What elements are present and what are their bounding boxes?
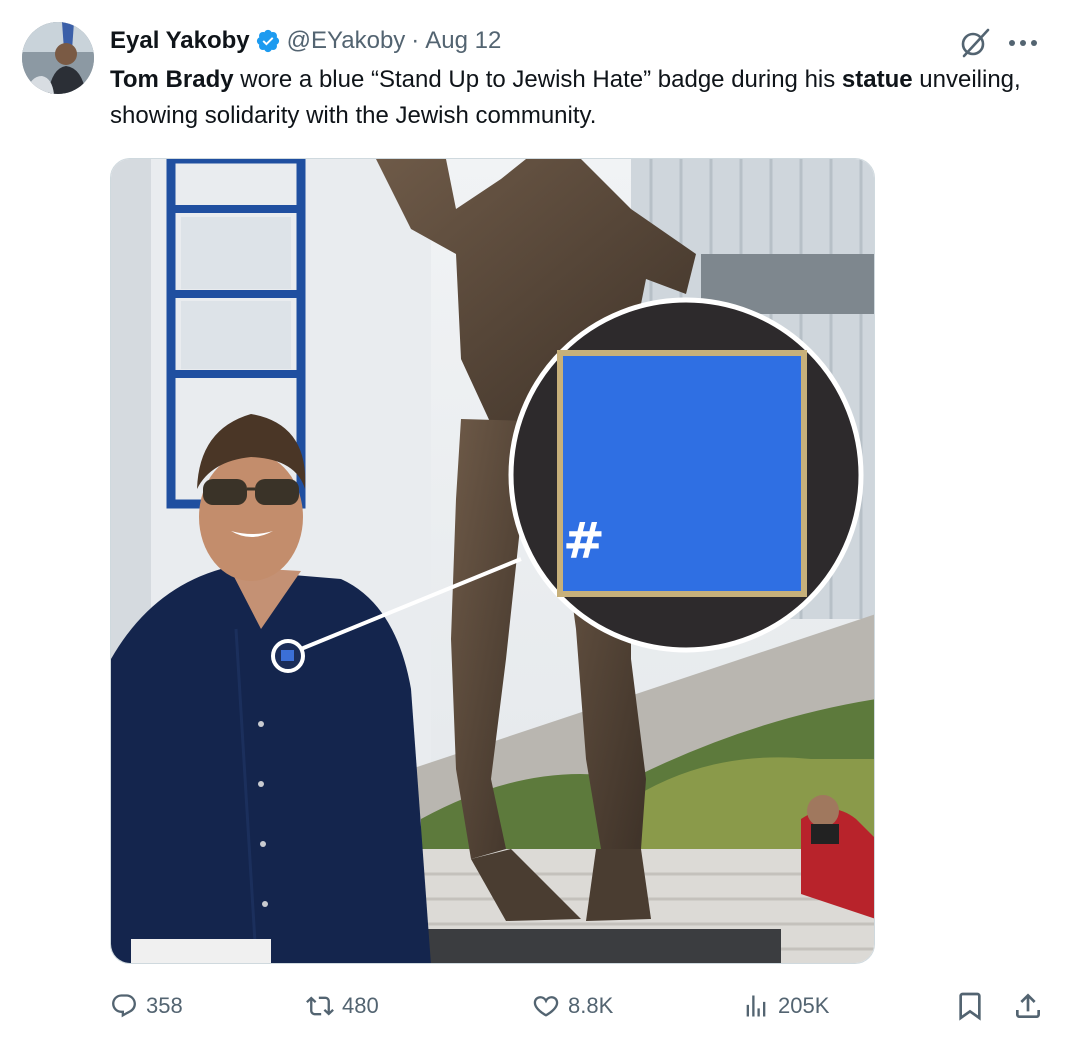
- reply-button[interactable]: 358: [110, 986, 183, 1026]
- more-icon[interactable]: [1006, 30, 1040, 56]
- grok-icon[interactable]: [958, 26, 992, 60]
- author-name[interactable]: Eyal Yakoby: [110, 27, 250, 55]
- tweet-text-part: statue: [841, 66, 913, 93]
- views-count: 205K: [778, 993, 830, 1018]
- bookmark-icon[interactable]: [954, 990, 986, 1022]
- tweet-text-part: wore a blue “Stand Up to Jewish Hate” ba…: [233, 66, 842, 93]
- like-count: 8.8K: [568, 993, 614, 1018]
- author-avatar[interactable]: [22, 22, 94, 94]
- heart-icon: [533, 996, 559, 1017]
- like-button[interactable]: 8.8K: [532, 986, 613, 1026]
- verified-badge-icon: [256, 29, 279, 53]
- photo-illustration: [111, 159, 874, 963]
- tweet-text-part: Tom Brady: [110, 66, 234, 93]
- tweet-actions: 358 480 8.8K 205K: [110, 986, 1050, 1026]
- tweet-header: Eyal Yakoby @EYakoby · Aug 12: [110, 24, 501, 58]
- tweet-text: Tom Brady wore a blue “Stand Up to Jewis…: [110, 62, 1050, 134]
- reply-count: 358: [146, 993, 183, 1018]
- author-handle[interactable]: @EYakoby: [287, 27, 406, 55]
- repost-icon: [306, 996, 334, 1016]
- repost-count: 480: [342, 993, 379, 1018]
- share-icon[interactable]: [1012, 990, 1044, 1022]
- views-button[interactable]: 205K: [742, 986, 829, 1026]
- avatar-image: [22, 22, 94, 94]
- reply-icon: [112, 994, 136, 1018]
- tweet-media-image[interactable]: #: [110, 158, 875, 964]
- header-separator: ·: [411, 27, 420, 54]
- badge-hash-symbol: #: [563, 512, 605, 570]
- views-chart-icon: [746, 995, 766, 1017]
- tweet-date[interactable]: Aug 12: [425, 27, 501, 55]
- repost-button[interactable]: 480: [306, 986, 379, 1026]
